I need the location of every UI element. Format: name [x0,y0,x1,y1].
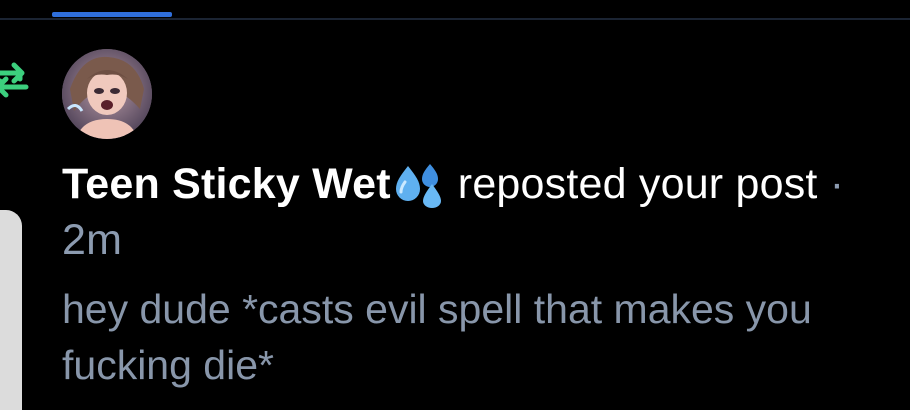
separator-dot: · [829,160,845,208]
author-name[interactable]: Teen Sticky Wet [62,160,391,208]
notification-page: Teen Sticky Wet reposted your post · 2m … [0,0,910,410]
tab-divider [0,18,910,20]
avatar-image [62,49,152,139]
object-link[interactable]: post [736,160,818,208]
side-thumbnail [0,210,22,410]
avatar[interactable] [62,49,152,139]
notification-headline[interactable]: Teen Sticky Wet reposted your post · 2m [62,156,902,268]
repost-icon [0,62,29,98]
timestamp: 2m [62,216,123,264]
active-tab-indicator [52,12,172,17]
sweat-droplets-emoji [395,164,441,208]
action-text: reposted your [457,160,724,208]
post-preview[interactable]: hey dude *casts evil spell that makes yo… [62,281,902,393]
